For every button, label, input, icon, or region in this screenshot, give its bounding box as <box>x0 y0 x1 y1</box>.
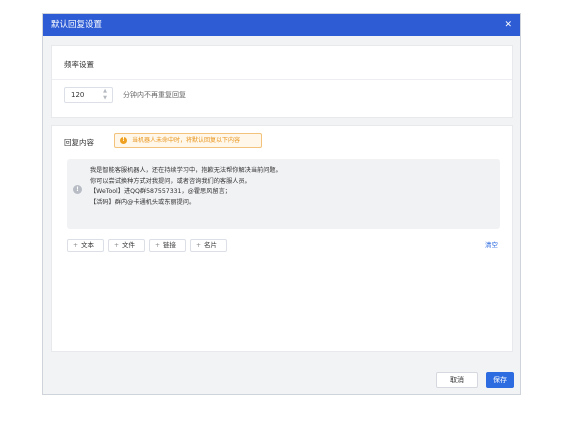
insert-file-button[interactable]: + 文件 <box>108 239 145 252</box>
insert-link-button[interactable]: + 链接 <box>149 239 186 252</box>
reply-message-box[interactable]: ! 我是智能客服机器人，还在持续学习中，抱歉无法帮你解决当前问题。 你可以尝试换… <box>67 159 500 229</box>
clear-link[interactable]: 清空 <box>485 240 498 251</box>
reply-content-section: 回复内容 ! 当机器人未命中时，将默认回复以下内容 ! 我是智能客服机器人，还在… <box>51 125 513 352</box>
plus-icon: + <box>114 242 120 249</box>
message-line: 【WeTool】进QQ群587557331，@霍思风留言； <box>90 188 231 195</box>
reply-message-text: 我是智能客服机器人，还在持续学习中，抱歉无法帮你解决当前问题。 你可以尝试换种方… <box>90 166 282 208</box>
frequency-suffix-label: 分钟内不再重复回复 <box>123 91 186 99</box>
warning-banner: ! 当机器人未命中时，将默认回复以下内容 <box>114 133 262 148</box>
insert-text-button[interactable]: + 文本 <box>67 239 104 252</box>
close-icon[interactable]: ✕ <box>504 14 512 36</box>
plus-icon: + <box>155 242 161 249</box>
info-icon: ! <box>73 185 82 194</box>
stepper-arrows: ▲ ▼ <box>101 88 109 102</box>
stepper-up-icon[interactable]: ▲ <box>101 88 109 95</box>
insert-text-label: 文本 <box>81 241 95 249</box>
insert-file-label: 文件 <box>122 241 136 249</box>
message-line: 我是智能客服机器人，还在持续学习中，抱歉无法帮你解决当前问题。 <box>90 167 282 174</box>
message-line: 你可以尝试换种方式对我提问，或者咨询我们的客服人员。 <box>90 177 251 185</box>
frequency-value[interactable]: 120 <box>71 88 84 102</box>
frequency-section-title: 频率设置 <box>64 60 94 69</box>
section-divider <box>52 79 512 80</box>
default-reply-dialog: 默认回复设置 ✕ 频率设置 120 ▲ ▼ 分钟内不再重复回复 回复内容 ! 当… <box>42 13 521 395</box>
dialog-titlebar: 默认回复设置 ✕ <box>43 14 520 36</box>
message-line: 【活码】群内@卡通机头或东丽提问。 <box>90 198 196 206</box>
reply-section-title: 回复内容 <box>64 138 94 147</box>
cancel-button[interactable]: 取消 <box>436 372 478 388</box>
save-button[interactable]: 保存 <box>486 372 514 388</box>
plus-icon: + <box>196 242 202 249</box>
dialog-title: 默认回复设置 <box>51 20 103 30</box>
insert-card-button[interactable]: + 名片 <box>190 239 227 252</box>
plus-icon: + <box>73 242 79 249</box>
frequency-stepper[interactable]: 120 ▲ ▼ <box>64 87 113 103</box>
warning-icon: ! <box>120 137 127 144</box>
frequency-section: 频率设置 120 ▲ ▼ 分钟内不再重复回复 <box>51 45 513 118</box>
warning-text: 当机器人未命中时，将默认回复以下内容 <box>132 137 241 144</box>
stepper-down-icon[interactable]: ▼ <box>101 95 109 102</box>
insert-link-label: 链接 <box>163 241 177 249</box>
insert-card-label: 名片 <box>204 241 218 249</box>
